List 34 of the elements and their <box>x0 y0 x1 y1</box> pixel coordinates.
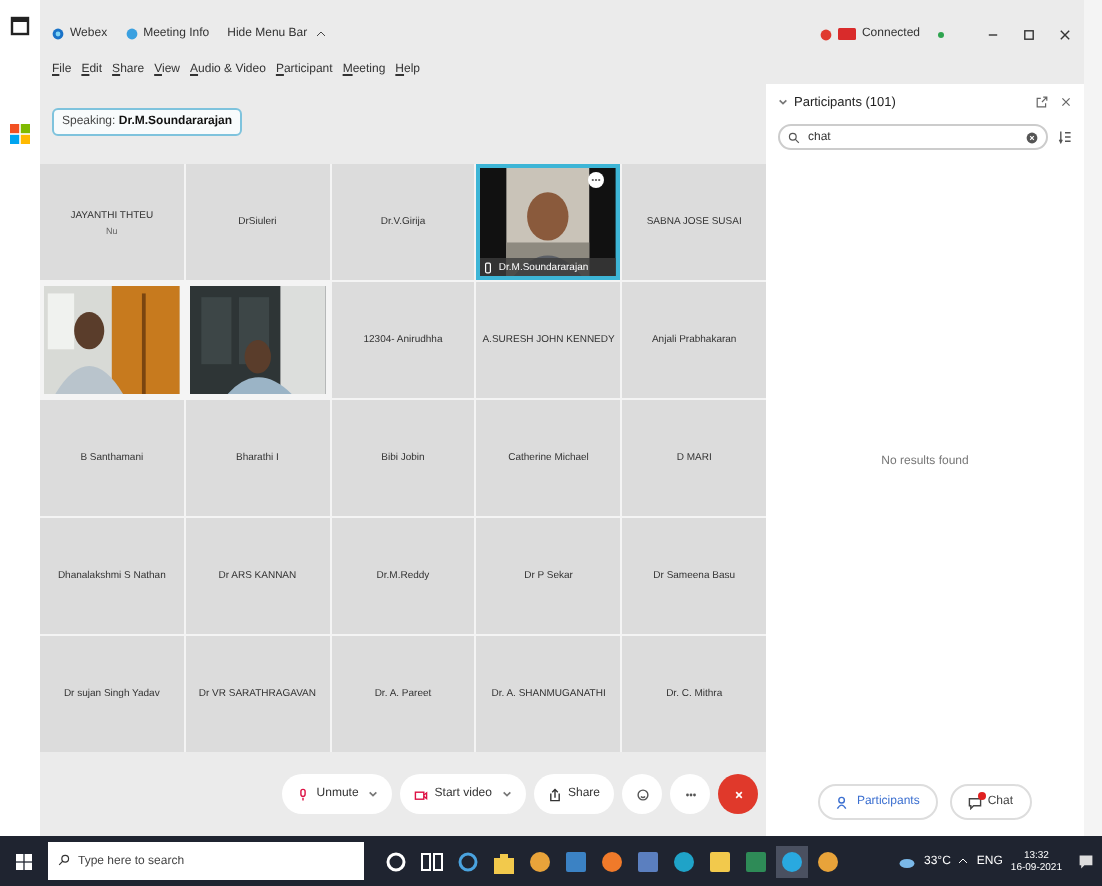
clear-icon[interactable] <box>1026 132 1038 144</box>
close-icon <box>731 787 745 801</box>
start-icon[interactable] <box>16 853 32 869</box>
notification-icon[interactable] <box>1078 853 1094 869</box>
chevron-up-icon <box>315 30 326 38</box>
smiley-icon <box>635 787 649 801</box>
maximize-icon[interactable] <box>1022 27 1036 41</box>
chat-icon <box>967 795 982 809</box>
microphone-icon <box>296 787 311 801</box>
search-icon <box>58 854 70 866</box>
search-icon <box>788 132 800 144</box>
recording-icon <box>819 27 832 41</box>
person-icon <box>836 795 851 809</box>
cloud-icon <box>898 855 916 867</box>
chevron-up-icon[interactable] <box>958 858 969 864</box>
more-options-icon[interactable] <box>588 172 605 188</box>
window-icon[interactable] <box>10 16 30 36</box>
end-call-button[interactable] <box>718 774 758 814</box>
sort-icon[interactable] <box>1058 130 1072 144</box>
chevron-down-icon[interactable] <box>778 98 788 106</box>
webex-logo-icon <box>52 28 64 40</box>
share-icon <box>547 787 562 801</box>
pop-out-icon[interactable] <box>1036 96 1048 108</box>
close-icon[interactable] <box>1060 96 1072 108</box>
caret-icon <box>368 790 379 798</box>
status-dot-icon <box>938 31 944 37</box>
reactions-button[interactable] <box>622 774 662 814</box>
close-icon[interactable] <box>1058 27 1072 41</box>
app-icon[interactable] <box>776 845 808 877</box>
phone-icon <box>484 261 493 273</box>
notification-dot <box>977 792 986 800</box>
video-camera-icon <box>414 787 429 801</box>
caret-icon <box>501 790 512 798</box>
windows-logo-icon <box>10 124 30 144</box>
